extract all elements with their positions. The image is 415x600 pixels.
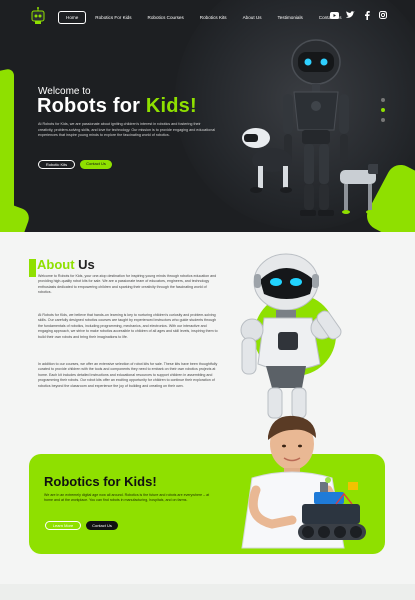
nav-testimonials[interactable]: Testimonials [271, 12, 310, 23]
cta-description: We are in an extremely digital age now a… [44, 493, 210, 503]
main-nav: Home Robotics For Kids Robotics Courses … [58, 11, 349, 24]
about-accent-bar [29, 259, 36, 277]
nav-about-us[interactable]: About Us [236, 12, 269, 23]
robot-logo-icon[interactable] [28, 6, 48, 26]
cta-title: Robotics for Kids! [44, 474, 157, 489]
hero-slider-dots [381, 98, 385, 122]
about-paragraph-3: In addition to our courses, we offer an … [38, 362, 218, 388]
learn-more-button[interactable]: Learn More [45, 521, 81, 530]
slider-dot-2[interactable] [381, 108, 385, 112]
nav-home[interactable]: Home [58, 11, 87, 24]
hero-section: Home Robotics For Kids Robotics Courses … [0, 0, 415, 232]
hero-green-accent-bottom-left [0, 198, 32, 232]
nav-robotics-for-kids[interactable]: Robotics For Kids [88, 12, 138, 23]
about-paragraph-1: Welcome to Robots for Kids, your one-sto… [38, 274, 217, 295]
hero-description: At Robots for Kids, we are passionate ab… [38, 122, 216, 138]
nav-robotics-kits[interactable]: Robotics Kits [193, 12, 234, 23]
facebook-icon[interactable] [362, 10, 371, 20]
youtube-icon[interactable] [330, 11, 339, 19]
robotic-kits-button[interactable]: Robotic Kits [38, 160, 75, 169]
instagram-icon[interactable] [378, 11, 387, 19]
nav-robotics-courses[interactable]: Robotics Courses [141, 12, 191, 23]
twitter-icon[interactable] [346, 11, 355, 19]
slider-dot-1[interactable] [381, 98, 385, 102]
hero-contact-button[interactable]: Contact Us [80, 160, 112, 169]
cta-contact-button[interactable]: Contact Us [86, 521, 118, 530]
white-robot-illustration [240, 253, 342, 419]
footer-strip [0, 584, 415, 600]
hero-robots-illustration [242, 39, 378, 216]
slider-dot-3[interactable] [381, 118, 385, 122]
kid-building-robot-photo [241, 415, 366, 549]
about-title: About Us [37, 257, 95, 272]
social-links [330, 10, 387, 20]
hero-title: Robots for Kids! [37, 95, 197, 117]
about-paragraph-2: At Robots for Kids, we believe that hand… [38, 313, 218, 339]
